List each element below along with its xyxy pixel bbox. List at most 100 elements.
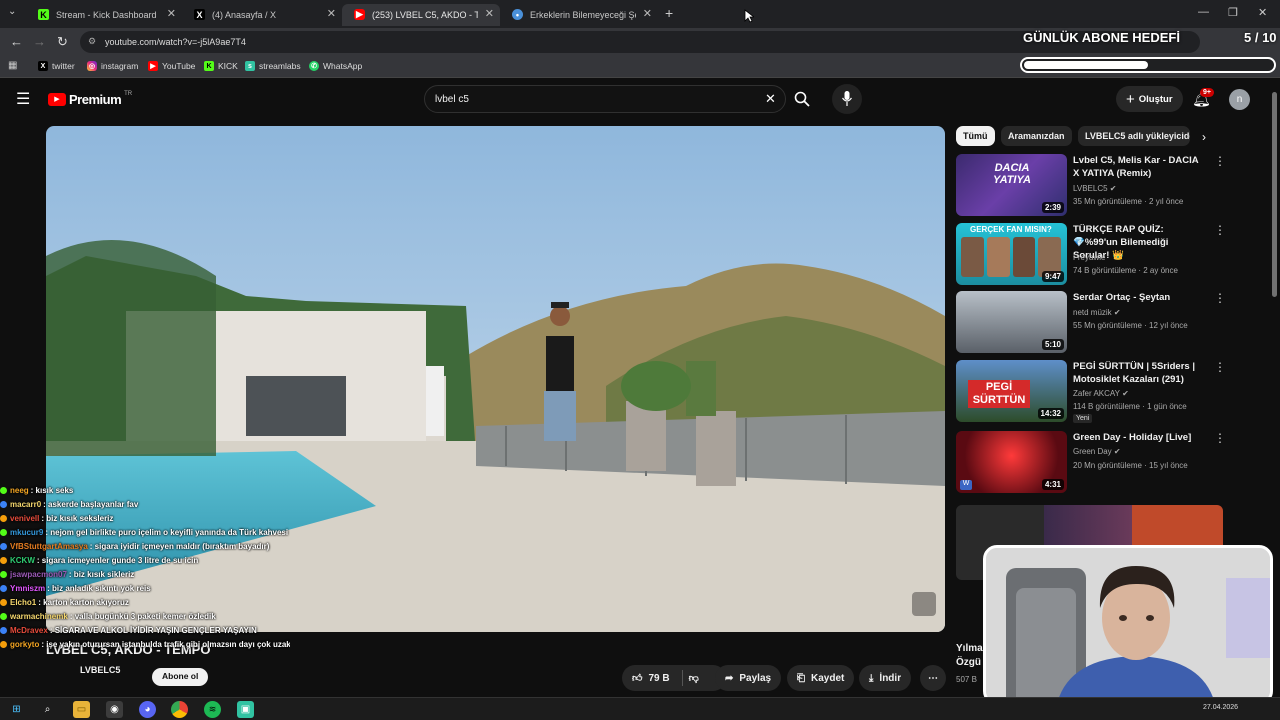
tab-x-home[interactable]: X (4) Anasayfa / X ✕	[182, 4, 342, 26]
like-dislike-group: 👍︎ 79 B 👎︎	[622, 665, 726, 691]
voice-search-button[interactable]	[832, 84, 862, 114]
windows-taskbar: ⊞ ⌕ ▭ ◉ ◕ ≋ ▣ 27.04.2026	[0, 697, 1280, 720]
whatsapp-icon: ✆	[309, 61, 319, 71]
bookmark-streamlabs[interactable]: s streamlabs	[245, 61, 301, 71]
save-button[interactable]: ⎗ Kaydet	[787, 665, 855, 691]
close-icon[interactable]: ✕	[485, 7, 494, 20]
chat-username: Elcho1	[10, 598, 37, 607]
search-icon[interactable]	[794, 91, 810, 107]
chat-badge-icon	[0, 557, 7, 565]
new-tab-icon[interactable]: +	[665, 5, 673, 21]
tab-search-icon[interactable]: ⌄	[8, 6, 16, 17]
more-vertical-icon[interactable]: ⋮	[1214, 291, 1226, 305]
warner-logo-icon: W	[960, 480, 972, 490]
recommendation-meta: 20 Mn görüntüleme · 15 yıl önce	[1073, 461, 1188, 470]
download-button[interactable]: ⤓ İndir	[859, 665, 912, 691]
chat-text: : valla bugünkü 3 paketi kemer özledik	[69, 612, 216, 621]
chat-text: : biz kısık seksleriz	[41, 514, 114, 523]
chat-message: KCKW: sigara icmeyenler gunde 3 litre de…	[0, 554, 290, 568]
recommendation-item[interactable]: W 4:31 Green Day - Holiday [Live] Green …	[956, 431, 1226, 495]
minimize-icon[interactable]: —	[1198, 6, 1209, 18]
bookmark-kick[interactable]: K KICK	[204, 61, 238, 71]
tab-erkeklerin[interactable]: • Erkeklerin Bilemeyeceği Şeyler ✕	[500, 4, 658, 26]
divider	[681, 670, 683, 686]
recommendation-item[interactable]: GERÇEK FAN MISIN? 9:47 TÜRKÇE RAP QUİZ: …	[956, 223, 1226, 287]
search-input[interactable]: lvbel c5	[435, 94, 469, 105]
thumbs-up-icon: 👍︎	[632, 673, 643, 684]
restore-icon[interactable]: ❐	[1228, 6, 1238, 19]
bookmark-twitter[interactable]: X twitter	[38, 61, 75, 71]
dislike-button[interactable]: 👎︎	[689, 672, 699, 684]
menu-icon[interactable]: ☰	[16, 89, 30, 109]
recommendation-item[interactable]: 5:10 Serdar Ortaç - Şeytan netd müzik ✔ …	[956, 291, 1226, 355]
chat-text: : kısık seks	[30, 486, 74, 495]
tab-kick-dashboard[interactable]: K Stream - Kick Dashboard ✕	[26, 4, 182, 26]
obs-icon[interactable]: ◉	[106, 701, 123, 718]
thumbnail-text: DACIA YATIYA	[993, 162, 1031, 186]
clear-search-icon[interactable]: ✕	[765, 91, 776, 107]
bookmark-whatsapp[interactable]: ✆ WhatsApp	[309, 61, 362, 71]
tab-youtube-video[interactable]: ▶ (253) LVBEL C5, AKDO - TEMPO ✕	[342, 4, 500, 26]
chat-text: : biz kısık sikleriz	[68, 570, 135, 579]
recommendation-item[interactable]: DACIA YATIYA 2:39 Lvbel C5, Melis Kar - …	[956, 154, 1226, 218]
webcam-feed	[986, 548, 1270, 702]
youtube-logo[interactable]: ▶ Premium TR	[48, 91, 132, 107]
page-scrollbar[interactable]	[1272, 92, 1277, 297]
back-icon[interactable]: ←	[10, 34, 23, 49]
video-thumbnail: PEGİ SÜRTTÜN 14:32	[956, 360, 1067, 422]
chat-username: warmachinemk	[10, 612, 68, 621]
more-vertical-icon[interactable]: ⋮	[1214, 223, 1226, 237]
close-icon[interactable]: ✕	[327, 7, 336, 20]
recommendation-title-line2: Özgü	[956, 657, 981, 668]
more-vertical-icon[interactable]: ⋮	[1214, 431, 1226, 445]
chrome-icon[interactable]	[171, 701, 188, 718]
bookmark-label: WhatsApp	[323, 61, 363, 71]
apps-grid-icon[interactable]: ▦	[8, 60, 17, 71]
more-vertical-icon[interactable]: ⋮	[1214, 360, 1226, 374]
forward-icon[interactable]: →	[33, 34, 46, 49]
recommendation-item[interactable]: PEGİ SÜRTTÜN 14:32 PEGİ SÜRTTÜN | 5Sride…	[956, 360, 1226, 424]
discord-icon[interactable]: ◕	[139, 701, 156, 718]
instagram-icon: ◎	[87, 61, 97, 71]
chevron-right-icon[interactable]: ›	[1202, 130, 1206, 144]
more-actions-button[interactable]: ⋯	[920, 665, 946, 691]
chat-message: venivell: biz kısık seksleriz	[0, 512, 290, 526]
chat-badge-icon	[0, 571, 7, 579]
search-box[interactable]: lvbel c5 ✕	[424, 85, 786, 113]
chat-username: neeg	[10, 486, 29, 495]
close-icon[interactable]: ✕	[643, 7, 652, 20]
chat-message: neeg: kısık seks	[0, 484, 290, 498]
streamlabs-icon[interactable]: ▣	[237, 701, 254, 718]
chip-from-search[interactable]: Aramanızdan	[1001, 126, 1072, 146]
file-explorer-icon[interactable]: ▭	[73, 701, 90, 718]
reload-icon[interactable]: ↻	[57, 34, 68, 50]
recommendation-title: Yılma	[956, 643, 983, 654]
search-icon[interactable]: ⌕	[39, 701, 56, 718]
more-vertical-icon[interactable]: ⋮	[1214, 154, 1226, 168]
chip-all[interactable]: Tümü	[956, 126, 995, 146]
spotify-icon[interactable]: ≋	[204, 701, 221, 718]
chat-badge-icon	[0, 585, 7, 593]
windows-start-icon[interactable]: ⊞	[8, 701, 25, 718]
bookmark-icon: ⎗	[797, 672, 805, 684]
chat-message: McDravex: SİGARA VE ALKOL İYİDİR YAŞIN G…	[0, 624, 290, 638]
web-icon: •	[512, 9, 523, 20]
logo-text: Premium	[69, 92, 122, 107]
bookmark-youtube[interactable]: ▶ YouTube	[148, 61, 195, 71]
video-thumbnail: W 4:31	[956, 431, 1067, 493]
window-close-icon[interactable]: ✕	[1258, 6, 1267, 19]
kick-icon: K	[204, 61, 214, 71]
avatar[interactable]: n	[1229, 89, 1250, 110]
close-icon[interactable]: ✕	[167, 7, 176, 20]
notifications-button[interactable]: 🔔︎ 9+	[1192, 88, 1214, 109]
site-info-icon[interactable]: ⚙	[88, 36, 96, 47]
share-label: Paylaş	[739, 672, 772, 684]
share-button[interactable]: ➦ Paylaş	[715, 665, 782, 691]
kick-icon: K	[38, 9, 49, 20]
chat-message: warmachinemk: valla bugünkü 3 paketi kem…	[0, 610, 290, 624]
download-label: İndir	[879, 672, 902, 684]
create-button[interactable]: + Oluştur	[1116, 86, 1183, 112]
bookmark-instagram[interactable]: ◎ instagram	[87, 61, 138, 71]
like-button[interactable]: 👍︎ 79 B	[632, 672, 670, 685]
chip-uploader[interactable]: LVBELC5 adlı yükleyiciden	[1078, 126, 1190, 146]
